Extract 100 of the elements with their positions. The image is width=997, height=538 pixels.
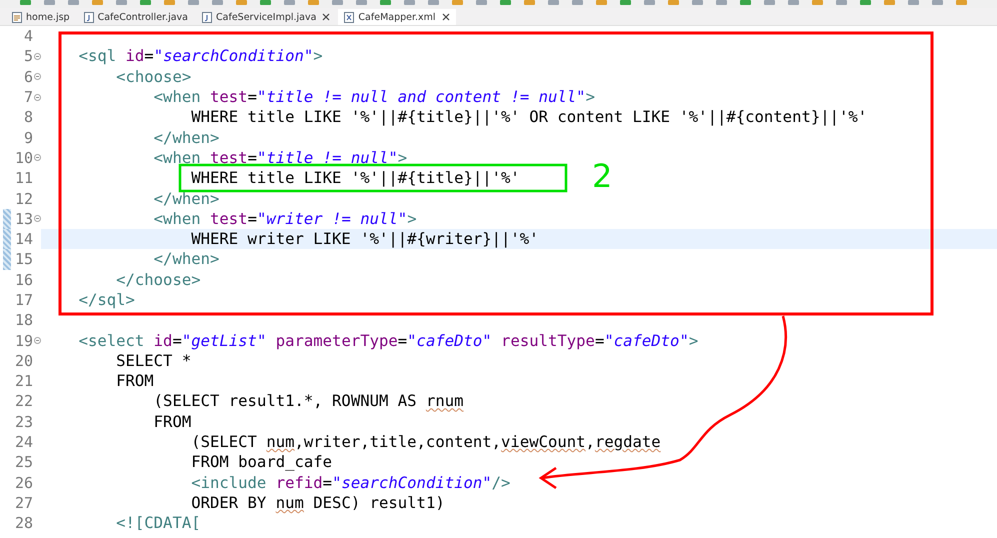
xml-tag-text: </sql> [78,291,135,309]
xml-tag-text: > [313,47,323,66]
code-text: = [144,47,154,66]
attribute-name: refid [274,474,323,492]
xml-file-icon [344,12,354,22]
line-number: 6 [22,68,33,86]
line-number: 20 [14,352,33,370]
code-text: ,writer,title,content, [294,433,502,452]
code-text: FROM board_cafe [191,453,332,472]
attribute-name: test [209,210,248,228]
attribute-value: "cafeDto" [407,332,492,350]
xml-tag-text: </when> [154,190,220,208]
code-text: = [322,474,332,492]
xml-tag-text: <when [154,88,201,106]
xml-tag-text: </choose> [116,270,201,289]
code-text: = [594,332,604,350]
line-number: 12 [14,190,33,208]
code-text: , [586,433,595,452]
code-text: WHERE title LIKE '%'||#{title}||'%' OR content LIKE '%'||#{content}||'%' [191,108,868,126]
line-number: 28 [14,514,33,532]
xml-tag-text: > [407,210,417,228]
attribute-name: id [124,47,144,66]
line-number: 24 [14,433,33,452]
fold-icon[interactable] [34,337,40,344]
line-number: 17 [14,291,33,309]
attribute-value: "cafeDto" [604,332,689,350]
line-number: 5 [22,47,33,66]
line-number: 10 [14,148,33,167]
code-text: WHERE title LIKE '%'||#{title}||'%' [191,169,520,188]
attribute-value: "searchCondition" [154,47,314,66]
line-number: 11 [14,169,33,188]
jsp-file-icon [12,12,22,22]
attribute-name: test [209,148,248,167]
code-text: = [248,210,257,228]
line-number: 16 [14,270,33,289]
xml-tag-text: > [586,88,595,106]
attribute-value: "title != null and content != null" [256,88,586,106]
attribute-name: id [152,332,172,350]
attribute-value: "getList" [182,332,266,350]
code-text: WHERE writer LIKE '%'||#{writer}||'%' [191,230,539,248]
xml-tag-text: > [688,332,698,350]
code-text: (SELECT result1.*, ROWNUM AS [154,392,418,410]
xml-tag-text: </when> [154,250,220,268]
line-number: 18 [14,311,33,330]
line-number: 23 [14,412,33,431]
line-number: 22 [14,392,33,410]
line-number: 14 [14,230,33,248]
xml-tag-text: <include [191,474,266,492]
xml-tag-text: <when [154,210,201,228]
attribute-value: "searchCondition" [332,474,492,492]
fold-icon[interactable] [34,73,40,80]
xml-tag-text: <select [78,332,144,350]
code-text: DESC) result1) [312,494,445,512]
handwritten-label: 2 [592,160,612,192]
line-number: 13 [14,210,33,228]
code-text: = [248,88,257,106]
line-number: 4 [22,27,33,46]
code-text: SELECT * [116,352,192,370]
java-file-icon [202,12,212,22]
fold-icon[interactable] [34,215,40,222]
misspelled-word: viewCount [501,433,586,452]
attribute-name: parameterType [274,332,398,350]
misspelled-word: regdate [594,433,661,452]
fold-icon[interactable] [34,94,40,101]
misspelled-word: rnum [426,392,464,410]
attribute-value: "title != null" [256,148,398,167]
code-text: FROM [154,412,192,431]
editor-tab[interactable]: CafeController.java [78,9,194,25]
xml-tag-text: <choose> [116,68,192,86]
java-file-icon [84,12,94,22]
xml-tag-text: <![CDATA[ [116,514,201,532]
line-number: 9 [22,128,33,147]
attribute-name: test [209,88,248,106]
line-number: 27 [14,494,33,512]
editor-tab[interactable]: CafeServiceImpl.java [196,9,336,25]
editor-tab[interactable]: home.jsp [6,9,76,25]
close-icon[interactable] [442,13,450,21]
code-text: (SELECT [191,433,258,452]
code-text: = [398,332,408,350]
line-number: 21 [14,372,33,390]
code-text: FROM [116,372,154,390]
fold-icon[interactable] [34,52,40,60]
xml-tag-text: <when [154,148,201,167]
line-number: 26 [14,474,33,492]
line-number: 19 [14,332,33,350]
attribute-name: resultType [500,332,595,350]
close-icon[interactable] [322,13,330,21]
misspelled-word: num [276,494,304,512]
line-number: 7 [22,88,33,106]
code-text: = [248,148,257,167]
xml-tag-text: </when> [154,128,220,147]
xml-tag-text: > [398,148,408,167]
xml-tag-text: /> [492,474,510,492]
fold-icon[interactable] [34,154,40,162]
line-number: 8 [22,108,33,126]
code-text: ORDER BY [191,494,268,512]
code-text: = [172,332,182,350]
misspelled-word: num [266,433,294,452]
line-number: 15 [14,250,33,268]
editor-tab[interactable]: CafeMapper.xml [338,9,456,25]
